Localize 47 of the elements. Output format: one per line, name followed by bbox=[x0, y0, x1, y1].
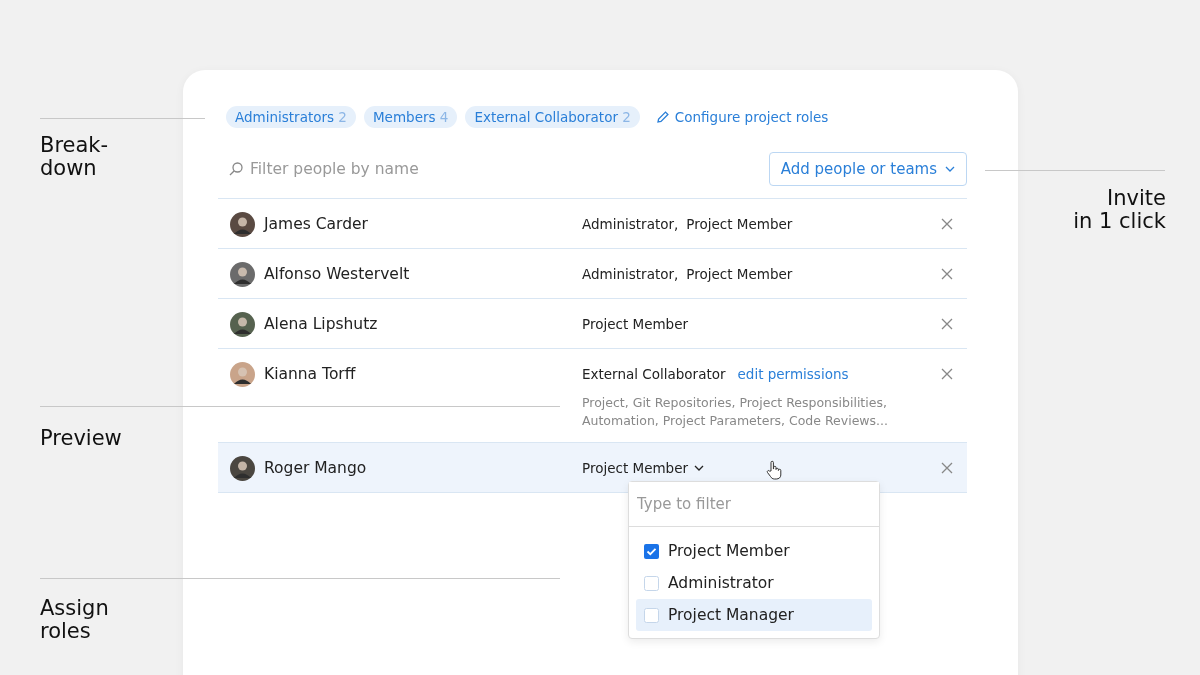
annotation-text: Invite in 1 click bbox=[1073, 187, 1166, 233]
role-filter-chip[interactable]: Members 4 bbox=[363, 106, 458, 128]
role-label: External Collaborator bbox=[582, 366, 726, 382]
role-option[interactable]: Administrator bbox=[636, 567, 872, 599]
close-icon[interactable] bbox=[941, 218, 953, 230]
person-row-plain[interactable]: Alfonso Westervelt Administrator, Project Member bbox=[218, 249, 967, 299]
person-name: Alena Lipshutz bbox=[264, 315, 378, 333]
person-name: Alfonso Westervelt bbox=[264, 265, 410, 283]
permissions-text: Project, Git Repositories, Project Responsibilities, Automation, Project Parameters, Code Reviews... bbox=[582, 394, 889, 430]
add-people-button[interactable]: Add people or teams bbox=[768, 152, 967, 186]
annotation-text: Preview bbox=[40, 427, 122, 450]
role-option[interactable]: Project Member bbox=[636, 535, 872, 567]
edit-permissions-link[interactable]: edit permissions bbox=[737, 366, 849, 382]
role-label: Project Member bbox=[686, 266, 793, 282]
pencil-icon bbox=[655, 110, 670, 124]
role-filter-chip[interactable]: External Collaborator 2 bbox=[465, 106, 640, 128]
person-name: Roger Mango bbox=[264, 459, 367, 477]
avatar-icon bbox=[230, 455, 255, 481]
caret-icon bbox=[945, 166, 955, 172]
role-label: Project Member bbox=[686, 216, 793, 232]
close-icon[interactable] bbox=[941, 368, 953, 380]
avatar-icon bbox=[230, 261, 255, 287]
role-label: Project Member bbox=[582, 316, 688, 332]
close-icon[interactable] bbox=[941, 318, 953, 330]
role-option[interactable]: Project Manager bbox=[636, 599, 872, 631]
role-dropdown[interactable]: Project Member bbox=[582, 460, 704, 476]
caret-icon bbox=[694, 465, 704, 471]
role-filter-field[interactable]: Type to filter bbox=[629, 482, 879, 527]
close-icon[interactable] bbox=[941, 268, 953, 280]
annotation-text: Break- down bbox=[40, 134, 109, 180]
checkbox[interactable] bbox=[644, 607, 659, 623]
person-row-plain[interactable]: Alena Lipshutz Project Member bbox=[218, 299, 967, 349]
avatar-icon bbox=[230, 211, 255, 237]
checkbox[interactable] bbox=[644, 575, 659, 591]
annotation-text: Assign roles bbox=[40, 597, 109, 643]
close-icon[interactable] bbox=[941, 462, 953, 474]
person-name: Kianna Torff bbox=[264, 365, 356, 383]
person-name: James Carder bbox=[264, 215, 368, 233]
avatar-icon bbox=[230, 311, 255, 337]
role-filter-chip[interactable]: Administrators 2 bbox=[226, 106, 356, 128]
avatar-icon bbox=[230, 361, 255, 387]
checkbox[interactable] bbox=[644, 543, 659, 559]
configure-roles-link[interactable]: Configure project roles bbox=[674, 109, 829, 125]
role-label: Administrator, bbox=[582, 266, 679, 282]
role-label: Administrator, bbox=[582, 216, 679, 232]
search-icon bbox=[228, 161, 244, 177]
person-row-plain[interactable]: James Carder Administrator, Project Member bbox=[218, 199, 967, 249]
